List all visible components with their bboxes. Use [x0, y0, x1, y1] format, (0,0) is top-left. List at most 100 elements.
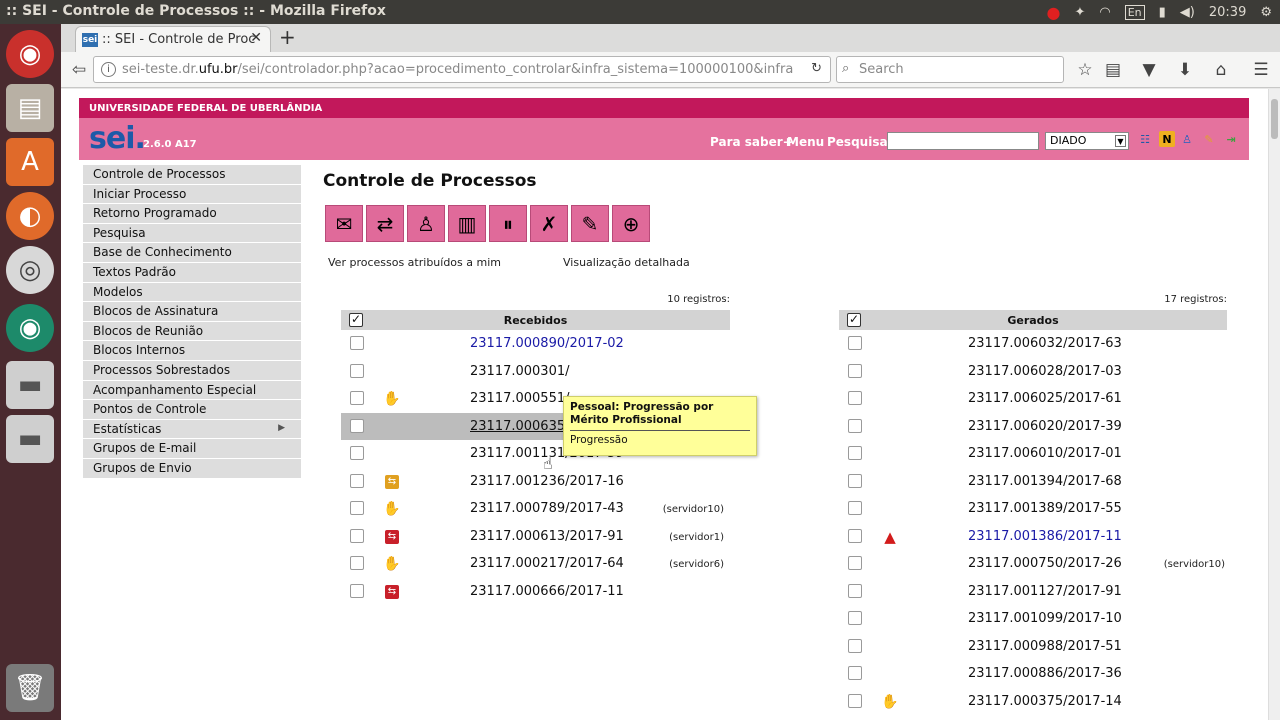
menu-item-modelos[interactable]: Modelos: [83, 282, 301, 303]
drive-2-icon[interactable]: ▬: [6, 415, 54, 463]
link-para-saber[interactable]: Para saber+: [710, 135, 793, 149]
add-file-icon[interactable]: ⊕: [612, 205, 650, 242]
process-link[interactable]: 23117.000551/: [470, 391, 570, 406]
row-checkbox[interactable]: [350, 363, 364, 378]
search-bar[interactable]: ⌕ Search: [836, 56, 1064, 83]
trash-icon[interactable]: 🗑: [6, 664, 54, 712]
list-view-icon[interactable]: ☷: [1137, 131, 1153, 147]
header-search-input[interactable]: [887, 132, 1039, 150]
menu-item-controle-processos[interactable]: Controle de Processos: [83, 165, 301, 185]
process-link[interactable]: 23117.001099/2017-10: [968, 611, 1122, 626]
row-checkbox[interactable]: [350, 528, 364, 543]
process-link[interactable]: 23117.001127/2017-91: [968, 584, 1122, 599]
row-checkbox[interactable]: [848, 528, 862, 543]
reload-icon[interactable]: ↻: [811, 61, 822, 76]
record-icon[interactable]: ●: [1047, 3, 1061, 22]
books-icon[interactable]: ▥: [448, 205, 486, 242]
webcam-icon[interactable]: ◉: [6, 304, 54, 352]
hamburger-menu-icon[interactable]: ☰: [1247, 56, 1275, 84]
process-link[interactable]: 23117.000988/2017-51: [968, 639, 1122, 654]
firefox-icon[interactable]: ◐: [6, 192, 54, 240]
menu-item-pesquisa[interactable]: Pesquisa: [83, 223, 301, 244]
process-link[interactable]: 23117.000750/2017-26: [968, 556, 1122, 571]
row-checkbox[interactable]: [848, 336, 862, 350]
browser-tab[interactable]: sei :: SEI - Controle de Proc ✕: [75, 26, 271, 52]
process-link[interactable]: 23117.000890/2017-02: [470, 336, 624, 351]
process-link[interactable]: 23117.001386/2017-11: [968, 529, 1122, 544]
download-icon[interactable]: ⬇: [1171, 56, 1199, 84]
menu-item-grupos-email[interactable]: Grupos de E-mail: [83, 439, 301, 459]
keyboard-indicator[interactable]: En: [1124, 5, 1145, 20]
row-checkbox[interactable]: [848, 363, 862, 378]
new-document-icon[interactable]: ✉: [325, 205, 363, 242]
table-row[interactable]: 23117.000750/2017-26 (servidor10): [839, 550, 1227, 578]
table-row[interactable]: 23117.006032/2017-63: [839, 330, 1227, 358]
wifi-icon[interactable]: ◠: [1099, 5, 1110, 20]
send-process-icon[interactable]: ⇄: [366, 205, 404, 242]
row-checkbox[interactable]: [848, 446, 862, 460]
table-row[interactable]: ⇆ 23117.000613/2017-91 (servidor1): [341, 523, 730, 551]
table-row[interactable]: 23117.006025/2017-61: [839, 385, 1227, 413]
menu-item-pontos-controle[interactable]: Pontos de Controle: [83, 400, 301, 420]
menu-item-base-conhecimento[interactable]: Base de Conhecimento: [83, 243, 301, 263]
process-link[interactable]: 23117.006025/2017-61: [968, 391, 1122, 406]
scroll-thumb[interactable]: [1271, 99, 1278, 139]
user-icon[interactable]: ♙: [1179, 131, 1195, 147]
process-link[interactable]: 23117.000301/: [470, 364, 570, 379]
exit-icon[interactable]: ⇥: [1223, 131, 1239, 147]
link-pesquisa[interactable]: Pesquisa: [827, 135, 888, 149]
assign-user-icon[interactable]: ♙: [407, 205, 445, 242]
row-checkbox[interactable]: [848, 638, 862, 653]
row-checkbox[interactable]: [350, 336, 364, 350]
link-visualizacao-detalhada[interactable]: Visualização detalhada: [563, 256, 690, 269]
menu-item-retorno-programado[interactable]: Retorno Programado: [83, 204, 301, 224]
url-bar[interactable]: i sei-teste.dr. ufu.br/sei/controlador.ph…: [93, 56, 831, 83]
pocket-icon[interactable]: ▼: [1135, 56, 1163, 84]
disc-icon[interactable]: ◎: [6, 246, 54, 294]
row-checkbox[interactable]: [848, 666, 862, 680]
unit-select[interactable]: DIADO ▼: [1045, 132, 1129, 150]
table-row[interactable]: 23117.001127/2017-91: [839, 578, 1227, 606]
process-link[interactable]: 23117.006010/2017-01: [968, 446, 1122, 461]
process-link[interactable]: 23117.001394/2017-68: [968, 474, 1122, 489]
select-all-checkbox[interactable]: ✓: [349, 313, 363, 327]
menu-item-processos-sobrestados[interactable]: Processos Sobrestados: [83, 360, 301, 381]
process-link[interactable]: 23117.000375/2017-14: [968, 694, 1122, 709]
bookmark-star-icon[interactable]: ☆: [1071, 56, 1099, 84]
settings-gear-icon[interactable]: ⚙: [1260, 5, 1272, 20]
process-link[interactable]: 23117.006028/2017-03: [968, 364, 1122, 379]
priority-icon[interactable]: ⇆: [385, 584, 399, 599]
menu-item-acompanhamento-especial[interactable]: Acompanhamento Especial: [83, 380, 301, 401]
new-tab-icon[interactable]: +: [279, 25, 296, 49]
process-link[interactable]: 23117.001236/2017-16: [470, 474, 624, 489]
menu-item-estatisticas[interactable]: Estatísticas ▶: [83, 419, 301, 440]
notes-icon[interactable]: ✎: [571, 205, 609, 242]
process-link[interactable]: 23117.000217/2017-64: [470, 556, 624, 571]
table-row[interactable]: ▲ 23117.001386/2017-11: [839, 523, 1227, 551]
row-checkbox[interactable]: [848, 473, 862, 488]
table-row[interactable]: 23117.000301/: [341, 358, 730, 386]
menu-item-blocos-reuniao[interactable]: Blocos de Reunião: [83, 321, 301, 342]
news-icon[interactable]: N: [1159, 131, 1175, 147]
table-row[interactable]: 23117.001099/2017-10: [839, 605, 1227, 633]
dropbox-icon[interactable]: ✦: [1074, 5, 1085, 20]
row-checkbox[interactable]: [350, 446, 364, 460]
table-row[interactable]: ✋ 23117.000217/2017-64 (servidor6): [341, 550, 730, 578]
file-cabinet-icon[interactable]: ▤: [6, 84, 54, 132]
link-atribuidos[interactable]: Ver processos atribuídos a mim: [328, 256, 501, 269]
hand-icon[interactable]: ✋: [383, 556, 400, 572]
row-checkbox[interactable]: [848, 501, 862, 515]
warning-icon[interactable]: ▲: [883, 528, 897, 546]
volume-icon[interactable]: ◀): [1180, 5, 1195, 20]
row-checkbox[interactable]: [350, 501, 364, 515]
row-checkbox[interactable]: [350, 473, 364, 488]
link-menu[interactable]: Menu: [787, 135, 824, 149]
menu-item-textos-padrao[interactable]: Textos Padrão: [83, 262, 301, 283]
process-link[interactable]: 23117.000886/2017-36: [968, 666, 1122, 681]
menu-item-grupos-envio[interactable]: Grupos de Envio: [83, 458, 301, 479]
row-checkbox[interactable]: [848, 418, 862, 433]
table-row[interactable]: ✋ 23117.000789/2017-43 (servidor10): [341, 495, 730, 523]
back-icon[interactable]: ⇦: [65, 56, 93, 84]
table-row[interactable]: 23117.000890/2017-02: [341, 330, 730, 358]
table-row[interactable]: 23117.006010/2017-01: [839, 440, 1227, 468]
